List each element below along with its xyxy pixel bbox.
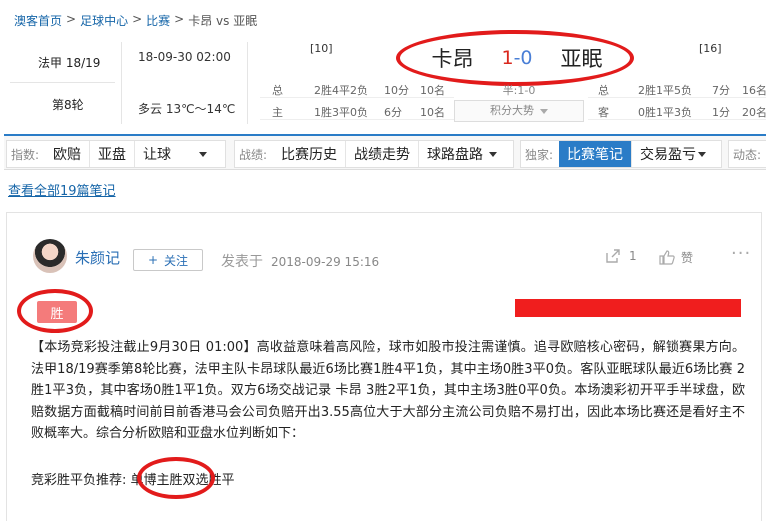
breadcrumb-current: 卡昂 vs 亚眠 [188,14,258,28]
stat-label: 主 [272,106,283,119]
record-nav-label: 战绩: [239,147,268,162]
divider [10,82,115,83]
breadcrumb-separator: > [132,12,143,26]
stat-points: 6分 [384,106,402,119]
author-name[interactable]: 朱颜记 [75,247,120,268]
stat-position: 10名 [420,106,445,119]
away-rank: [16] [699,42,722,55]
away-stat-row-away: 客 0胜1平3负 1分 20名 [588,100,766,120]
league-name[interactable]: 法甲 18/19 [38,54,100,71]
points-trend-label: 积分大势 [490,104,534,117]
breadcrumb: 澳客首页 > 足球中心 > 比赛 > 卡昂 vs 亚眠 [14,12,257,29]
index-nav-group: 指数: 欧赔 亚盘 让球 [6,140,226,168]
stat-record: 2胜1平5负 [638,84,692,97]
tab-path-trend[interactable]: 球路盘路 [418,141,505,167]
dynamic-nav-label[interactable]: 动态: [729,146,766,163]
tab-match-notes[interactable]: 比赛笔记 [559,141,632,167]
home-stat-row-total: 总 2胜4平2负 10分 10名 [260,78,454,98]
stat-position: 16名 [742,84,766,97]
match-header: 法甲 18/19 第8轮 18-09-30 02:00 多云 13℃～14℃ [… [4,30,766,124]
share-button[interactable]: 1 [605,249,637,263]
stat-label: 客 [598,106,609,119]
badge-highlight-ellipse [17,289,93,333]
posted-time: 2018-09-29 15:16 [271,255,380,269]
half-time-score: 半:1-0 [502,84,536,97]
tab-path-trend-label: 球路盘路 [427,147,484,163]
tab-asian-handicap[interactable]: 亚盘 [89,141,134,167]
dynamic-nav-group: 动态: [728,140,766,168]
tab-match-history[interactable]: 比赛历史 [273,141,345,167]
follow-button[interactable]: + 关注 [133,249,203,271]
note-body-text: 【本场竞彩投注截止9月30日 01:00】高收益意味着高风险，球市如股市投注需谨… [31,340,745,441]
share-icon [606,249,620,263]
home-stat-row-home: 主 1胜3平0负 6分 10名 [260,100,454,120]
away-stat-row-total: 总 2胜1平5负 7分 16名 [588,78,766,98]
plus-icon: + [147,253,159,267]
posted-label: 发表于 [221,254,263,270]
stat-label: 总 [272,84,283,97]
match-weather: 多云 13℃～14℃ [138,102,236,116]
breadcrumb-separator: > [174,12,185,26]
tab-handicap-label: 让球 [143,147,172,163]
round-label: 第8轮 [52,98,84,112]
stat-points: 7分 [712,84,730,97]
page: 澳客首页 > 足球中心 > 比赛 > 卡昂 vs 亚眠 法甲 18/19 第8轮… [0,0,766,521]
chevron-down-icon [698,151,707,157]
match-nav-bar: 指数: 欧赔 亚盘 让球 战绩: 比赛历史 战绩走势 球路盘路 独家: 比赛笔记… [4,134,766,170]
league-box: 法甲 18/19 第8轮 [4,42,122,124]
stat-record: 1胜3平0负 [314,106,368,119]
tab-trade-pnl-label: 交易盈亏 [640,147,697,163]
index-nav-label: 指数: [11,147,40,162]
breadcrumb-football-link[interactable]: 足球中心 [80,12,128,29]
like-button[interactable]: 赞 [659,249,693,266]
match-info-box: 18-09-30 02:00 多云 13℃～14℃ [130,42,248,124]
tab-europe-odds[interactable]: 欧赔 [45,141,89,167]
breadcrumb-separator: > [66,12,77,26]
stat-position: 10名 [420,84,445,97]
note-card: 朱颜记 + 关注 发表于 2018-09-29 15:16 1 赞 ··· 胜 【… [6,212,762,521]
stat-record: 2胜4平2负 [314,84,368,97]
view-all-notes-link[interactable]: 查看全部19篇笔记 [8,180,116,199]
avatar[interactable] [33,239,67,273]
more-options-icon[interactable]: ··· [731,243,751,264]
exclusive-nav-group: 独家: 比赛笔记 交易盈亏 [520,140,722,168]
redacted-bar [515,299,741,317]
stat-label: 总 [598,84,609,97]
like-label: 赞 [681,251,694,265]
stat-points: 10分 [384,84,409,97]
stat-points: 1分 [712,106,730,119]
tab-record-trend[interactable]: 战绩走势 [345,141,418,167]
pick-highlight-ellipse [137,457,215,499]
chevron-down-icon [199,151,208,157]
exclusive-nav-label: 独家: [525,147,554,162]
chevron-down-icon [489,151,498,157]
chevron-down-icon [540,109,548,114]
stat-record: 0胜1平3负 [638,106,692,119]
post-meta: 发表于 2018-09-29 15:16 [221,251,379,271]
tab-handicap[interactable]: 让球 [134,141,215,167]
recommendation-label: 竞彩胜平负推荐: [31,473,127,488]
share-count: 1 [629,249,637,263]
tab-trade-pnl[interactable]: 交易盈亏 [631,141,714,167]
record-nav-group: 战绩: 比赛历史 战绩走势 球路盘路 [234,140,514,168]
breadcrumb-match-link[interactable]: 比赛 [146,12,170,29]
breadcrumb-home-link[interactable]: 澳客首页 [14,12,62,29]
stat-position: 20名 [742,106,766,119]
thumbs-up-icon [659,250,675,265]
follow-label: 关注 [164,253,189,268]
points-trend-select[interactable]: 积分大势 [454,100,584,122]
note-body: 【本场竞彩投注截止9月30日 01:00】高收益意味着高风险，球市如股市投注需谨… [31,337,745,445]
home-rank: [10] [310,42,333,55]
match-datetime: 18-09-30 02:00 [138,50,231,64]
